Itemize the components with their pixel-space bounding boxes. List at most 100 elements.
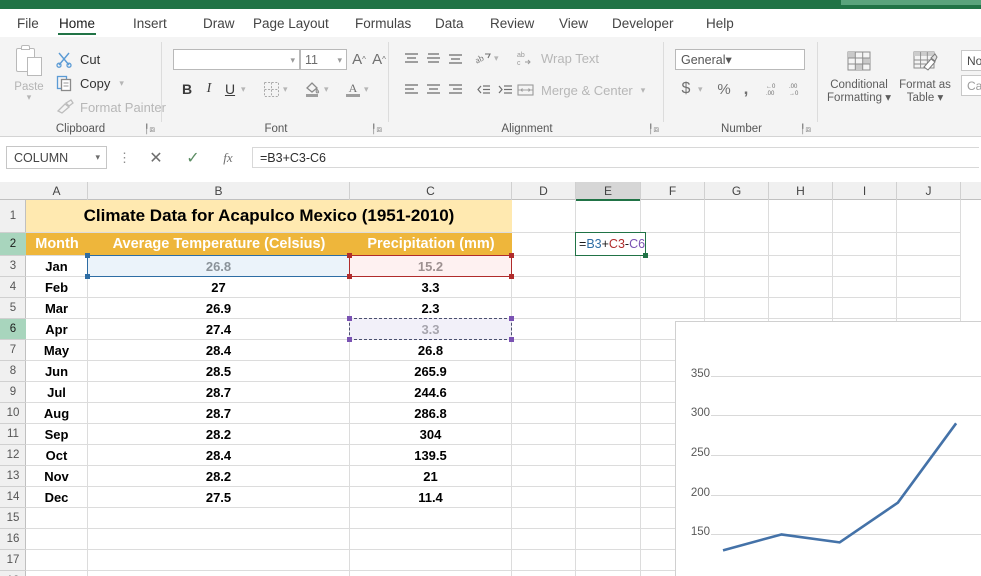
comma-style-button[interactable]: , — [736, 79, 756, 99]
name-box[interactable]: COLUMN ▾ — [6, 146, 107, 169]
grid-cell[interactable] — [88, 508, 350, 529]
ribbon-tab-file[interactable]: File — [10, 9, 46, 37]
column-header-A[interactable]: A — [26, 182, 88, 200]
grid-cell[interactable] — [705, 298, 769, 319]
grid-cell[interactable] — [26, 529, 88, 550]
data-cell-month[interactable]: Apr — [26, 319, 88, 340]
data-cell-precipitation[interactable]: 139.5 — [350, 445, 512, 466]
wrap-text-button[interactable]: ab c Wrap Text — [516, 47, 599, 69]
grid-cell[interactable] — [897, 298, 961, 319]
grid-cell[interactable] — [576, 361, 641, 382]
grid-cell[interactable] — [833, 233, 897, 256]
format-as-table-button[interactable]: Format as Table ▾ — [892, 49, 958, 105]
row-header-14[interactable]: 14 — [0, 487, 26, 508]
grid-cell[interactable] — [576, 466, 641, 487]
grid-cell[interactable] — [769, 298, 833, 319]
data-cell-month[interactable]: Mar — [26, 298, 88, 319]
copy-button[interactable]: Copy ▾ — [55, 72, 124, 94]
data-cell-precipitation[interactable]: 3.3 — [350, 277, 512, 298]
cancel-formula-button[interactable]: ✕ — [143, 148, 169, 168]
data-cell-precipitation[interactable]: 26.8 — [350, 340, 512, 361]
grid-cell[interactable] — [769, 277, 833, 298]
grid-cell[interactable] — [26, 550, 88, 571]
ribbon-tab-draw[interactable]: Draw — [196, 9, 242, 37]
column-header-H[interactable]: H — [769, 182, 833, 200]
column-title-cell[interactable]: Average Temperature (Celsius) — [88, 233, 350, 256]
italic-button[interactable]: I — [199, 79, 219, 99]
column-header-I[interactable]: I — [833, 182, 897, 200]
insert-function-button[interactable]: fx — [215, 148, 241, 168]
grid-cell[interactable] — [512, 298, 576, 319]
align-center-button[interactable] — [423, 79, 443, 99]
grid-cell[interactable] — [576, 487, 641, 508]
data-cell-month[interactable]: Jan — [26, 256, 88, 277]
align-right-button[interactable] — [445, 79, 465, 99]
grid-cell[interactable] — [576, 550, 641, 571]
data-cell-month[interactable]: Sep — [26, 424, 88, 445]
row-header-2[interactable]: 2 — [0, 233, 26, 256]
font-size-combo[interactable]: 11 ▾ — [300, 49, 347, 70]
data-cell-temperature[interactable]: 28.4 — [88, 340, 350, 361]
underline-button[interactable]: U — [220, 79, 240, 99]
data-cell-month[interactable]: Jul — [26, 382, 88, 403]
align-middle-button[interactable] — [423, 48, 443, 68]
data-cell-precipitation[interactable]: 304 — [350, 424, 512, 445]
grid-cell[interactable] — [512, 319, 576, 340]
shrink-font-button[interactable]: A ^ — [369, 49, 389, 69]
grid-cell[interactable] — [576, 319, 641, 340]
ribbon-tab-help[interactable]: Help — [699, 9, 741, 37]
font-name-combo[interactable]: ▾ — [173, 49, 300, 70]
align-bottom-button[interactable] — [445, 48, 465, 68]
grid-cell[interactable] — [897, 200, 961, 233]
data-cell-month[interactable]: Feb — [26, 277, 88, 298]
chevron-down-icon[interactable]: ▾ — [241, 85, 246, 94]
formula-input[interactable]: =B3+C3-C6 — [252, 147, 979, 168]
chart-object[interactable]: 350 300 250 200 150 — [675, 321, 981, 576]
column-header-F[interactable]: F — [641, 182, 705, 200]
grid-cell[interactable] — [350, 571, 512, 576]
grid-cell[interactable] — [897, 277, 961, 298]
grid-cell[interactable] — [26, 571, 88, 576]
grid-cell[interactable] — [769, 256, 833, 277]
data-cell-month[interactable]: Aug — [26, 403, 88, 424]
data-cell-temperature[interactable]: 27.4 — [88, 319, 350, 340]
grid-cell[interactable] — [705, 200, 769, 233]
percent-button[interactable]: % — [714, 79, 734, 99]
data-cell-temperature[interactable]: 28.5 — [88, 361, 350, 382]
chevron-down-icon[interactable]: ▾ — [698, 85, 703, 94]
grid-cell[interactable] — [769, 233, 833, 256]
font-color-button[interactable]: A — [343, 79, 363, 99]
data-cell-temperature[interactable]: 28.2 — [88, 466, 350, 487]
grid-cell[interactable] — [512, 550, 576, 571]
data-cell-temperature[interactable]: 28.7 — [88, 403, 350, 424]
increase-decimal-button[interactable]: .00 →0 — [786, 79, 806, 99]
data-cell-temperature[interactable]: 28.2 — [88, 424, 350, 445]
paste-button[interactable]: Paste ▾ — [6, 45, 52, 117]
column-header-C[interactable]: C — [350, 182, 512, 200]
grow-font-button[interactable]: A ^ — [349, 49, 369, 69]
align-top-button[interactable] — [401, 48, 421, 68]
grid-cell[interactable] — [350, 508, 512, 529]
grid-cell[interactable] — [512, 256, 576, 277]
grid-cell[interactable] — [576, 298, 641, 319]
grid-cell[interactable] — [576, 445, 641, 466]
decrease-decimal-button[interactable]: ←0 .00 — [762, 79, 782, 99]
grid-cell[interactable] — [833, 298, 897, 319]
fill-color-button[interactable] — [303, 79, 323, 99]
data-cell-temperature[interactable]: 26.8 — [88, 256, 350, 277]
data-cell-precipitation[interactable]: 2.3 — [350, 298, 512, 319]
ribbon-tab-page-layout[interactable]: Page Layout — [246, 9, 336, 37]
grid-cell[interactable] — [705, 277, 769, 298]
data-cell-temperature[interactable]: 28.4 — [88, 445, 350, 466]
grid-cell[interactable] — [512, 508, 576, 529]
decrease-indent-button[interactable] — [473, 79, 493, 99]
grid-cell[interactable] — [88, 550, 350, 571]
row-header-13[interactable]: 13 — [0, 466, 26, 487]
row-header-15[interactable]: 15 — [0, 508, 26, 529]
column-header-J[interactable]: J — [897, 182, 961, 200]
grid-cell[interactable] — [512, 382, 576, 403]
data-cell-month[interactable]: Oct — [26, 445, 88, 466]
grid-cell[interactable] — [26, 508, 88, 529]
data-cell-precipitation[interactable]: 244.6 — [350, 382, 512, 403]
grid-cell[interactable] — [512, 529, 576, 550]
